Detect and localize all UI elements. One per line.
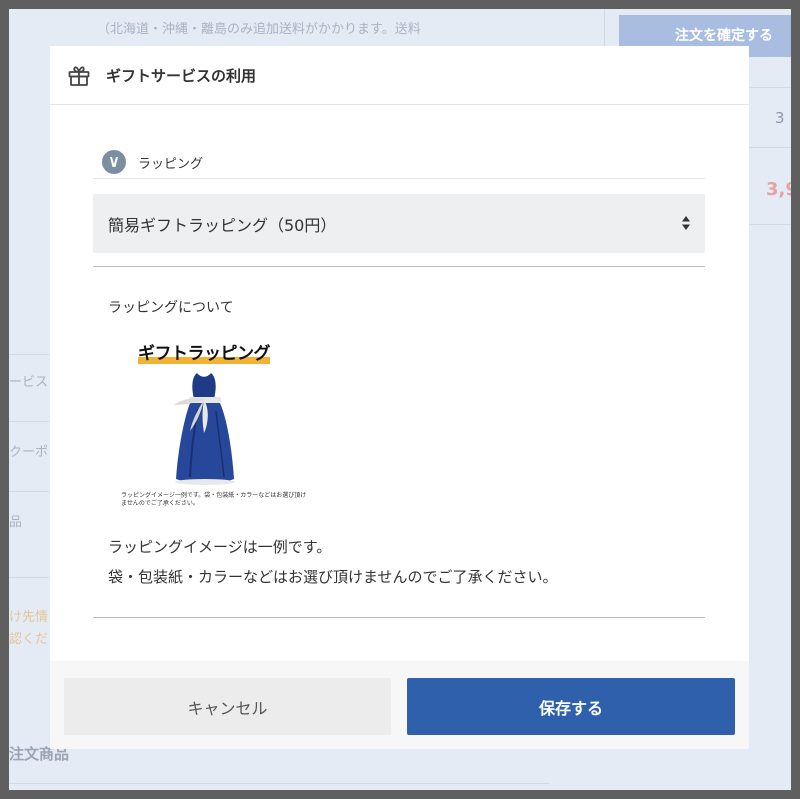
wrapping-type-select-value: 簡易ギフトラッピング（50円） [108,215,337,235]
wrapping-section-header: ラッピング [93,146,705,179]
background-total-price: 3,9 [766,179,791,200]
background-divider [9,783,549,784]
wrapping-sample-image: ギフトラッピング ラッピングイメージ一例です。袋・包装紙・カラーなどはお選び頂け… [112,331,310,526]
background-divider [9,491,49,492]
background-count: 3 [775,109,785,127]
modal-footer: キャンセル 保存する [50,661,749,749]
background-row-label: 品 [9,515,23,530]
wrapping-section-label: ラッピング [138,156,204,172]
gift-icon [66,62,92,88]
modal-header: ギフトサービスの利用 [50,46,749,105]
wrapping-note: ラッピングイメージは一例です。 袋・包装紙・カラーなどはお選び頂けませんのでご了… [108,532,558,592]
section-divider [93,266,705,267]
gift-service-modal: ギフトサービスの利用 ラッピング 簡易ギフトラッピング（50円） ラッピングにつ… [50,46,749,749]
wrapping-image-title: ギフトラッピング [138,344,271,364]
gift-bag-illustration [174,373,235,485]
background-row-label: ービス [9,375,49,390]
wrapping-note-line: ラッピングイメージは一例です。 [108,538,332,556]
background-warning-line: 認くだ [9,632,49,647]
background-shipping-note: （北海道・沖縄・離島のみ追加送料がかかります。送料 [97,22,421,37]
background-warning-line: け先情 [9,610,49,625]
cancel-button[interactable]: キャンセル [64,678,391,735]
background-divider [9,421,49,422]
section-divider [93,617,705,618]
background-row-label: クーポ [9,445,49,460]
background-divider [9,577,49,578]
wrapping-note-line: 袋・包装紙・カラーなどはお選び頂けませんのでご了承ください。 [108,568,558,586]
save-button[interactable]: 保存する [407,678,735,735]
about-wrapping-label: ラッピングについて [108,300,234,316]
wrapping-icon [102,150,126,174]
modal-title: ギフトサービスの利用 [106,66,257,85]
wrapping-image-caption: ラッピングイメージ一例です。袋・包装紙・カラーなどはお選び頂けませんのでご了承く… [121,492,307,507]
select-arrows-icon [681,214,691,232]
wrapping-type-select[interactable]: 簡易ギフトラッピング（50円） [93,194,705,253]
background-divider [9,354,49,355]
